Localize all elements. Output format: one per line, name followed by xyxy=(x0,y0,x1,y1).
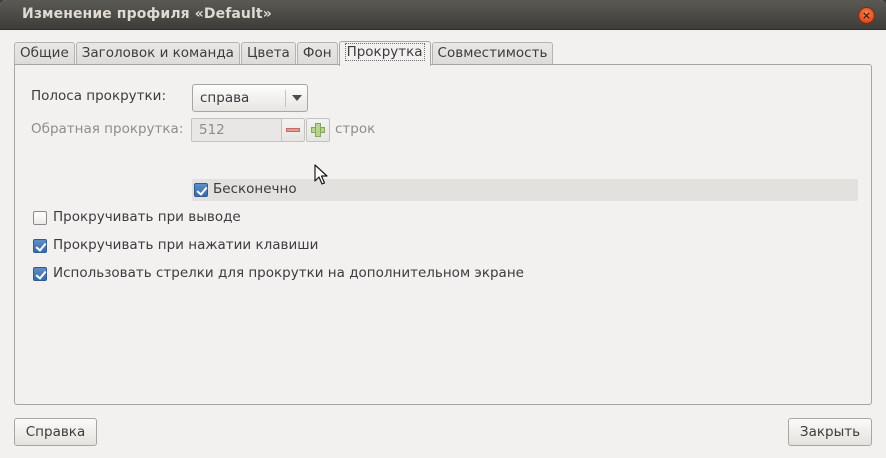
alternate-screen-scroll-checkbox[interactable] xyxy=(33,267,47,281)
scrollbar-position-select[interactable]: справа xyxy=(192,84,308,112)
close-window-button[interactable]: × xyxy=(858,7,875,24)
scroll-on-output-label[interactable]: Прокручивать при выводе xyxy=(53,209,241,225)
mouse-pointer-icon xyxy=(314,164,328,185)
scrollbar-position-value: справа xyxy=(200,90,250,106)
tab-title-and-command[interactable]: Заголовок и команда xyxy=(75,42,240,65)
decrement-button[interactable] xyxy=(281,118,305,142)
infinite-scrollback-label[interactable]: Бесконечно xyxy=(213,181,297,197)
profile-editor-window: Изменение профиля «Default» × Общие Заго… xyxy=(0,0,886,458)
scrollback-unit: строк xyxy=(335,121,376,137)
tab-bar: Общие Заголовок и команда Цвета Фон Прок… xyxy=(14,41,554,66)
close-button[interactable]: Закрыть xyxy=(788,418,872,446)
titlebar[interactable]: Изменение профиля «Default» × xyxy=(0,0,886,30)
tab-general[interactable]: Общие xyxy=(14,42,75,65)
scroll-on-keystroke-checkbox[interactable] xyxy=(33,239,47,253)
dialog-content: Общие Заголовок и команда Цвета Фон Прок… xyxy=(0,30,886,458)
tab-scrolling[interactable]: Прокрутка xyxy=(338,41,431,66)
window-title: Изменение профиля «Default» xyxy=(22,6,272,22)
tab-colors[interactable]: Цвета xyxy=(240,42,296,65)
tab-scrolling-label: Прокрутка xyxy=(344,43,425,61)
increment-button[interactable] xyxy=(306,118,330,142)
scrollback-lines-input[interactable]: 512 xyxy=(191,118,283,142)
scrollbar-label: Полоса прокрутки: xyxy=(31,88,166,104)
tab-background[interactable]: Фон xyxy=(296,42,338,65)
help-button[interactable]: Справка xyxy=(14,418,97,446)
chevron-down-icon xyxy=(292,95,302,101)
scrollback-label: Обратная прокрутка: xyxy=(31,121,184,137)
scroll-on-keystroke-label[interactable]: Прокручивать при нажатии клавиши xyxy=(53,237,318,253)
minus-icon xyxy=(286,128,300,132)
scrollback-lines-value: 512 xyxy=(199,122,225,138)
infinite-scrollback-checkbox[interactable] xyxy=(194,183,208,197)
alternate-screen-scroll-label[interactable]: Использовать стрелки для прокрутки на до… xyxy=(53,265,524,281)
scrolling-panel: Полоса прокрутки: справа Обратная прокру… xyxy=(14,64,872,405)
tab-compatibility[interactable]: Совместимость xyxy=(431,42,554,65)
combo-separator xyxy=(285,90,286,107)
scroll-on-output-checkbox[interactable] xyxy=(33,211,47,225)
